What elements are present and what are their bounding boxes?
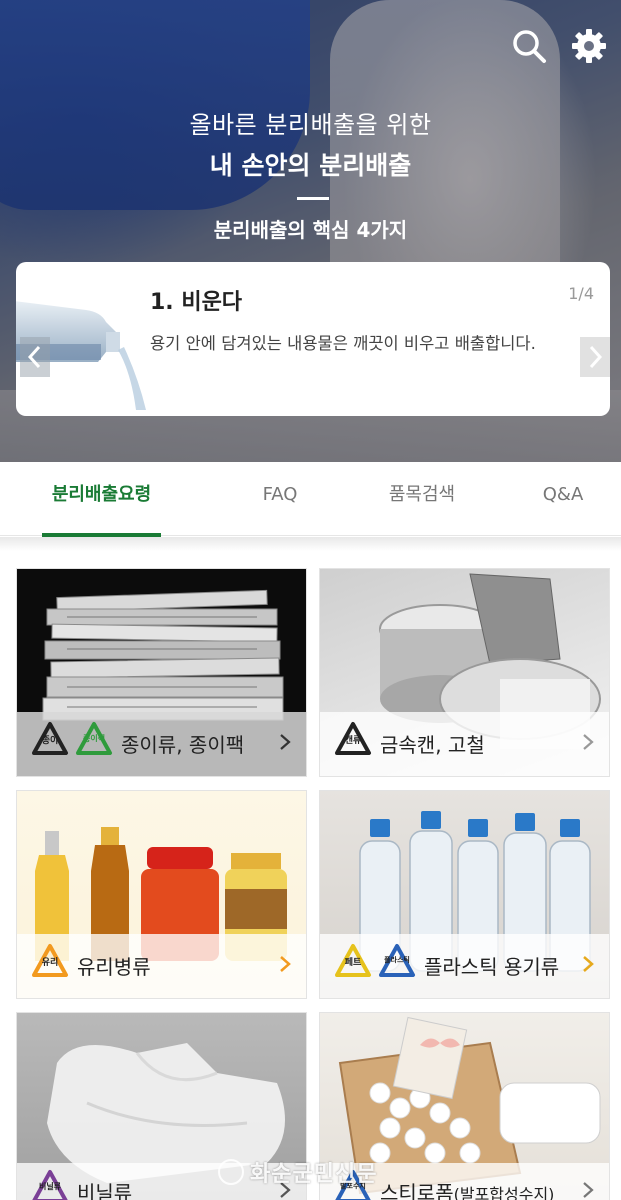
category-paper[interactable]: 종이 종이팩 종이류, 종이팩	[16, 568, 307, 777]
category-plastic[interactable]: 페트 플라스틱 플라스틱 용기류	[319, 790, 610, 999]
tab-item-search[interactable]: 품목검색	[372, 462, 472, 536]
category-label: 플라스틱 용기류	[424, 955, 560, 979]
category-label: 유리병류	[77, 955, 151, 979]
category-metal-cans[interactable]: 캔류 금속캔, 고철	[319, 568, 610, 777]
category-label: 스티로폼(발포합성수지)	[380, 1181, 555, 1200]
hero-section-title: 분리배출의 핵심 4가지	[213, 218, 408, 242]
hero-divider	[297, 197, 329, 200]
tab-qna[interactable]: Q&A	[520, 462, 606, 536]
tip-carousel-card[interactable]: 1. 비운다 1/4 용기 안에 담겨있는 내용물은 깨끗이 비우고 배출합니다…	[16, 262, 610, 416]
pet-recycle-badge: 페트	[334, 943, 372, 981]
tip-description: 용기 안에 담겨있는 내용물은 깨끗이 비우고 배출합니다.	[150, 334, 536, 353]
glass-recycle-badge: 유리	[31, 943, 69, 981]
paper-recycle-badge: 종이	[31, 721, 69, 759]
tip-title: 1. 비운다	[150, 290, 243, 315]
chevron-right-icon	[280, 734, 291, 750]
tab-bar: 분리배출요령 FAQ 품목검색 Q&A	[0, 462, 621, 536]
vinyl-recycle-badge: 비닐류	[31, 1169, 69, 1200]
chevron-right-icon	[583, 734, 594, 750]
carousel-next-button[interactable]	[580, 337, 610, 377]
chevron-right-icon	[589, 345, 603, 369]
hero-title: 내 손안의 분리배출	[209, 151, 412, 180]
can-recycle-badge: 캔류	[334, 721, 372, 759]
carousel-prev-button[interactable]	[20, 337, 50, 377]
plastic-recycle-badge: 플라스틱	[378, 943, 416, 981]
chevron-right-icon	[583, 956, 594, 972]
chevron-left-icon	[27, 345, 41, 369]
category-label: 종이류, 종이팩	[121, 733, 245, 757]
hero-subtitle: 올바른 분리배출을 위한	[189, 111, 432, 139]
chevron-right-icon	[583, 1182, 594, 1198]
tip-page-indicator: 1/4	[568, 284, 594, 303]
chevron-right-icon	[280, 956, 291, 972]
tab-disposal-guide[interactable]: 분리배출요령	[42, 462, 161, 536]
paper-pack-recycle-badge: 종이팩	[75, 721, 113, 759]
tab-faq[interactable]: FAQ	[230, 462, 330, 536]
watermark-seal-icon	[218, 1159, 244, 1185]
search-icon[interactable]	[511, 28, 547, 64]
category-label: 금속캔, 고철	[380, 733, 485, 757]
category-label: 비닐류	[77, 1181, 133, 1200]
gear-icon[interactable]	[571, 28, 607, 64]
category-glass[interactable]: 유리 유리병류	[16, 790, 307, 999]
newspaper-watermark: 화순군민신문	[218, 1156, 377, 1188]
